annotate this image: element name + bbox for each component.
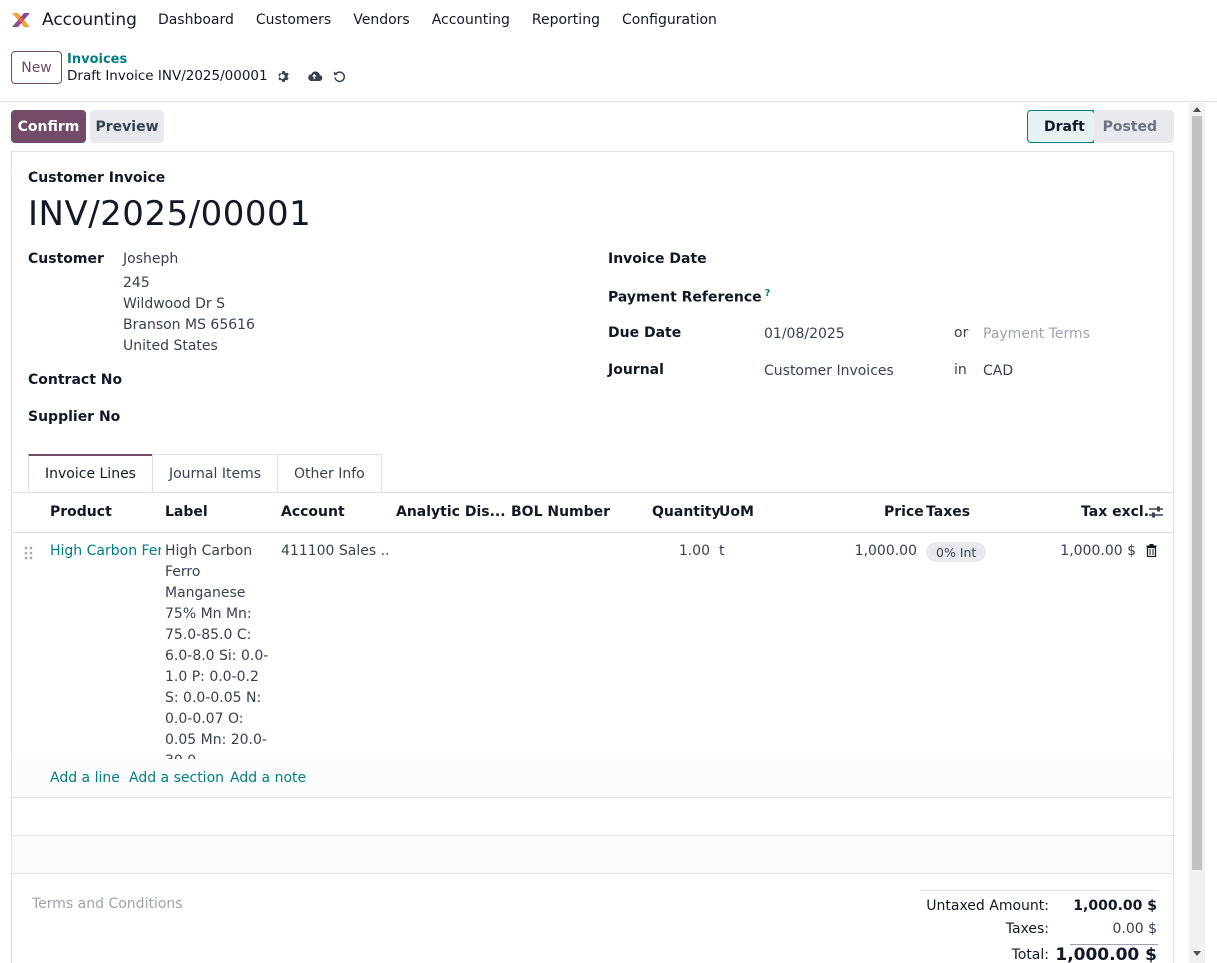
- totals-divider: [920, 890, 1158, 891]
- scrollbar-thumb[interactable]: [1192, 116, 1202, 870]
- supplier-no-label: Supplier No: [28, 409, 121, 425]
- taxes-value: 0.00 $: [1112, 921, 1157, 937]
- nav-accounting[interactable]: Accounting: [432, 12, 510, 28]
- col-quantity[interactable]: Quantity: [652, 504, 721, 520]
- notebook-tabs: Invoice Lines Journal Items Other Info: [28, 454, 382, 492]
- col-tax-excl[interactable]: Tax excl.: [1081, 504, 1149, 520]
- control-panel: New Invoices Draft Invoice INV/2025/0000…: [0, 40, 1217, 102]
- breadcrumb-current: Draft Invoice INV/2025/00001: [67, 68, 346, 84]
- invoice-date-field[interactable]: [764, 247, 1154, 271]
- status-posted[interactable]: Posted: [1094, 110, 1174, 143]
- line-product[interactable]: High Carbon Ferro: [50, 543, 161, 559]
- col-analytic[interactable]: Analytic Dis...: [396, 504, 506, 520]
- address-line: 245: [123, 275, 150, 291]
- customer-address: 245 Wildwood Dr S Branson MS 65616 Unite…: [123, 273, 255, 357]
- cloud-upload-icon[interactable]: [307, 70, 323, 83]
- nav-reporting[interactable]: Reporting: [532, 12, 600, 28]
- new-button[interactable]: New: [11, 51, 62, 84]
- terms-conditions-field[interactable]: Terms and Conditions: [32, 896, 183, 912]
- nav-configuration[interactable]: Configuration: [622, 12, 717, 28]
- confirm-button[interactable]: Confirm: [11, 110, 86, 143]
- tab-journal-items[interactable]: Journal Items: [151, 454, 279, 492]
- nav-customers[interactable]: Customers: [256, 12, 331, 28]
- add-section-link[interactable]: Add a section: [129, 770, 224, 786]
- app-name[interactable]: Accounting: [42, 10, 137, 30]
- address-line: Wildwood Dr S: [123, 296, 225, 312]
- customer-field[interactable]: Josheph: [123, 251, 178, 267]
- nav-vendors[interactable]: Vendors: [353, 12, 409, 28]
- line-uom[interactable]: t: [719, 543, 725, 559]
- total-label: Total:: [1011, 947, 1049, 963]
- supplier-no-field[interactable]: [123, 405, 453, 429]
- due-date-field[interactable]: 01/08/2025: [764, 326, 845, 342]
- gear-icon[interactable]: [277, 70, 290, 83]
- optional-columns-icon[interactable]: [1148, 505, 1164, 519]
- taxes-label: Taxes:: [1005, 921, 1049, 937]
- customer-label: Customer: [28, 251, 104, 267]
- header-separator: [12, 532, 1173, 533]
- scroll-down-arrow-icon[interactable]: [1193, 951, 1201, 956]
- breadcrumb-current-label: Draft Invoice INV/2025/00001: [67, 68, 268, 84]
- row-separator: [12, 797, 1173, 798]
- col-label[interactable]: Label: [165, 504, 208, 520]
- tab-divider: [12, 492, 1173, 493]
- top-navbar: Accounting Dashboard Customers Vendors A…: [0, 0, 1217, 40]
- discard-changes-icon[interactable]: [333, 70, 346, 83]
- scroll-up-arrow-icon[interactable]: [1193, 107, 1201, 112]
- row-separator: [12, 873, 1173, 874]
- address-line: Branson MS 65616: [123, 317, 255, 333]
- journal-label: Journal: [608, 362, 664, 378]
- invoice-number: INV/2025/00001: [28, 194, 312, 234]
- line-price[interactable]: 1,000.00: [832, 543, 917, 559]
- or-label: or: [954, 325, 969, 341]
- untaxed-amount-value: 1,000.00 $: [1073, 898, 1157, 914]
- payment-terms-field[interactable]: Payment Terms: [983, 326, 1090, 342]
- tab-invoice-lines[interactable]: Invoice Lines: [28, 454, 153, 492]
- line-label[interactable]: High Carbon Ferro Manganese 75% Mn Mn: 7…: [165, 541, 275, 772]
- col-bol-number[interactable]: BOL Number: [511, 504, 610, 520]
- line-subtotal: 1,000.00 $: [1060, 543, 1136, 559]
- invoice-type-label: Customer Invoice: [28, 170, 166, 186]
- tab-other-info[interactable]: Other Info: [277, 454, 382, 492]
- line-account[interactable]: 411100 Sales ...: [281, 543, 391, 559]
- invoice-sheet: Customer Invoice INV/2025/00001 Customer…: [11, 151, 1174, 963]
- col-account[interactable]: Account: [281, 504, 345, 520]
- in-label: in: [954, 362, 967, 378]
- payment-reference-label: Payment Reference?: [608, 288, 770, 306]
- payment-reference-field[interactable]: [764, 284, 1154, 308]
- preview-button[interactable]: Preview: [90, 110, 164, 143]
- currency-field[interactable]: CAD: [983, 363, 1013, 379]
- payment-reference-text: Payment Reference: [608, 289, 762, 306]
- total-value: 1,000.00 $: [1055, 945, 1157, 963]
- line-quantity[interactable]: 1.00: [652, 543, 710, 559]
- tax-badge[interactable]: 0% Int: [926, 542, 987, 562]
- col-price[interactable]: Price: [884, 504, 924, 520]
- contract-no-field[interactable]: [123, 368, 453, 392]
- address-line: United States: [123, 338, 218, 354]
- add-note-link[interactable]: Add a note: [230, 770, 306, 786]
- due-date-label: Due Date: [608, 325, 682, 341]
- accounting-app-icon[interactable]: [10, 9, 32, 31]
- nav-dashboard[interactable]: Dashboard: [158, 12, 234, 28]
- breadcrumb-invoices[interactable]: Invoices: [67, 52, 127, 67]
- drag-handle-icon[interactable]: [24, 546, 34, 560]
- add-line-link[interactable]: Add a line: [50, 770, 120, 786]
- untaxed-amount-label: Untaxed Amount:: [926, 898, 1049, 914]
- journal-field[interactable]: Customer Invoices: [764, 363, 894, 379]
- trash-icon[interactable]: [1146, 544, 1157, 557]
- col-taxes[interactable]: Taxes: [926, 504, 970, 520]
- col-product[interactable]: Product: [50, 504, 112, 520]
- contract-no-label: Contract No: [28, 372, 123, 388]
- col-uom[interactable]: UoM: [719, 504, 754, 520]
- invoice-date-label: Invoice Date: [608, 251, 707, 267]
- table-footer: [12, 836, 1173, 873]
